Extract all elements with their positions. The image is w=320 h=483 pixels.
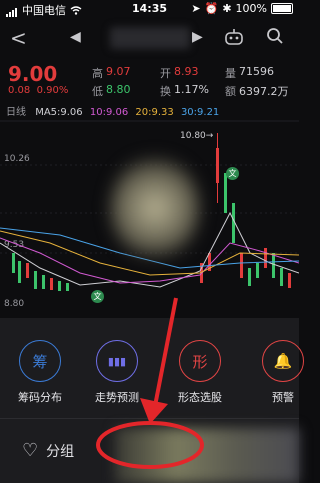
tool-pattern-screen[interactable]: 形 形态选股 — [165, 340, 235, 405]
bluetooth-icon: ✱ — [222, 2, 232, 15]
nav-bar: < ◀ ▶ — [0, 22, 299, 54]
low-label: 低 — [92, 85, 103, 98]
event-badge-2[interactable]: 文 — [91, 290, 104, 303]
stock-title-blurred — [110, 27, 190, 49]
blurred-region — [115, 428, 299, 483]
tool-trend-forecast[interactable]: ▮▮▮ 走势预测 — [82, 340, 152, 405]
tool-label: 走势预测 — [95, 391, 139, 404]
open-value: 8.93 — [174, 65, 199, 78]
turnover-value: 1.17% — [174, 83, 209, 96]
quote-panel: 9.00 0.08 0.90% 高 9.07 开 8.93 量 71596 低 … — [0, 58, 299, 100]
back-button[interactable]: < — [10, 26, 27, 50]
prev-stock-button[interactable]: ◀ — [70, 29, 81, 45]
heart-icon: ♡ — [22, 440, 39, 461]
battery-percent: 100% — [235, 2, 267, 15]
tool-label: 形态选股 — [178, 391, 222, 404]
turnover-label: 换 — [160, 85, 171, 98]
battery-icon — [271, 3, 293, 14]
robot-icon[interactable] — [224, 28, 244, 46]
price-change: 0.08 0.90% — [8, 85, 68, 96]
group-label: 分组 — [46, 443, 75, 460]
tool-chip-distribution[interactable]: 筹 筹码分布 — [5, 340, 75, 405]
alarm-icon: ⏰ — [204, 2, 219, 15]
current-price: 9.00 — [8, 62, 58, 86]
blurred-overlay — [110, 153, 200, 263]
change-value: 0.08 — [8, 85, 31, 96]
next-stock-button[interactable]: ▶ — [192, 29, 203, 45]
group-button[interactable]: ♡ 分组 — [22, 440, 74, 461]
kline-chart[interactable]: 日线 MA5:9.06 10:9.06 20:9.33 30:9.21 10.8… — [0, 103, 299, 323]
divider — [0, 418, 299, 419]
amount-value: 6397.2万 — [239, 85, 289, 98]
volume-value: 71596 — [239, 65, 274, 78]
change-percent: 0.90% — [36, 85, 69, 96]
search-icon[interactable] — [266, 27, 284, 45]
candlestick-icon: ▮▮▮ — [96, 340, 138, 382]
location-icon: ➤ — [191, 2, 201, 15]
tool-label: 预警 — [272, 391, 294, 404]
low-value: 8.80 — [106, 83, 131, 96]
chip-distribution-icon: 筹 — [19, 340, 61, 382]
high-value: 9.07 — [106, 65, 131, 78]
tool-alert[interactable]: 🔔 预警 — [248, 340, 318, 405]
status-bar: 中国电信 14:35 ➤ ⏰ ✱ 100% — [0, 0, 299, 17]
pattern-icon: 形 — [179, 340, 221, 382]
bell-icon: 🔔 — [262, 340, 304, 382]
tools-sheet: 筹 筹码分布 ▮▮▮ 走势预测 形 形态选股 🔔 预警 ♡ 分组 — [0, 318, 304, 483]
open-label: 开 — [160, 67, 171, 80]
high-label: 高 — [92, 67, 103, 80]
amount-label: 额 — [225, 85, 236, 98]
event-badge[interactable]: 文 — [226, 167, 239, 180]
volume-label: 量 — [225, 67, 236, 80]
tool-label: 筹码分布 — [18, 391, 62, 404]
